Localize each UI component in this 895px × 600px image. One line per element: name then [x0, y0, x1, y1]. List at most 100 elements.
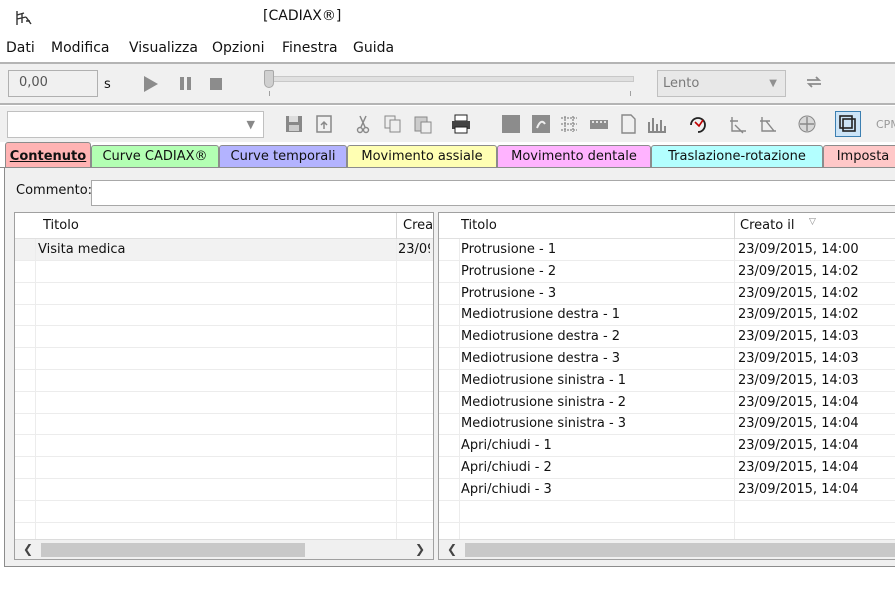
- copy-icon[interactable]: [382, 113, 404, 135]
- table-row[interactable]: Protrusione - 2 23/09/2015, 14:02: [439, 261, 895, 283]
- fill-icon[interactable]: [500, 113, 522, 135]
- axis-alt-icon[interactable]: [757, 113, 779, 135]
- cadiax-logo-icon: [16, 11, 32, 25]
- menu-finestra[interactable]: Finestra: [282, 40, 338, 56]
- tab-label: Curve temporali: [230, 149, 336, 164]
- table-row[interactable]: Mediotrusione destra - 2 23/09/2015, 14:0…: [439, 326, 895, 349]
- chevron-down-icon: ▼: [246, 118, 255, 131]
- film-icon[interactable]: [588, 113, 610, 135]
- table-row[interactable]: Protrusione - 1 23/09/2015, 14:00: [439, 239, 895, 261]
- menu-guida[interactable]: Guida: [353, 40, 394, 56]
- table-row[interactable]: Mediotrusione destra - 3 23/09/2015, 14:0…: [439, 348, 895, 370]
- scrollbar-thumb[interactable]: [41, 543, 305, 557]
- recordings-table-scrollbar[interactable]: ❮: [439, 539, 895, 559]
- row-title: Protrusione - 3: [461, 285, 557, 301]
- column-header-titolo[interactable]: Titolo: [43, 218, 79, 233]
- column-divider: [734, 239, 735, 541]
- table-row[interactable]: Apri/chiudi - 2 23/09/2015, 14:04: [439, 457, 895, 479]
- move-icon[interactable]: [796, 113, 818, 135]
- tab-movimento-assiale[interactable]: Movimento assiale: [347, 145, 497, 168]
- table-row[interactable]: [15, 326, 433, 349]
- column-header-creato[interactable]: Crea: [403, 218, 433, 233]
- tab-traslazione-rotazione[interactable]: Traslazione-rotazione: [651, 145, 823, 168]
- paste-icon[interactable]: [412, 113, 434, 135]
- row-created: 23/09/2015, 14:03: [738, 329, 859, 345]
- row-title: Mediotrusione sinistra - 1: [461, 372, 627, 388]
- row-title: Apri/chiudi - 2: [461, 460, 552, 475]
- scroll-left-icon[interactable]: ❮: [23, 542, 33, 556]
- scroll-right-icon[interactable]: ❯: [415, 542, 425, 556]
- pause-icon[interactable]: [180, 77, 192, 90]
- speed-select[interactable]: Lento ▼: [657, 70, 786, 97]
- visits-table: Titolo Crea Visita medica 23/09 ❮ ❯: [14, 212, 434, 560]
- refresh-chart-icon[interactable]: [687, 113, 709, 135]
- row-created: 23/09/2015, 14:00: [738, 242, 859, 257]
- table-row[interactable]: Apri/chiudi - 3 23/09/2015, 14:04: [439, 479, 895, 501]
- slider-tick: [269, 91, 270, 96]
- window-icon[interactable]: [835, 111, 861, 137]
- image-icon[interactable]: [530, 113, 552, 135]
- cut-icon[interactable]: [352, 113, 374, 135]
- visits-table-scrollbar[interactable]: ❮ ❯: [15, 539, 433, 559]
- export-icon[interactable]: [313, 113, 335, 135]
- page-icon[interactable]: [617, 113, 639, 135]
- row-title: Protrusione - 1: [461, 242, 557, 257]
- table-row[interactable]: Visita medica 23/09: [15, 239, 433, 261]
- comment-input[interactable]: [91, 180, 895, 206]
- toolbar-combo[interactable]: ▼: [7, 111, 264, 138]
- timeline-slider-thumb[interactable]: [264, 70, 274, 88]
- table-row[interactable]: Apri/chiudi - 1 23/09/2015, 14:04: [439, 435, 895, 458]
- tab-curve-temporali[interactable]: Curve temporali: [219, 145, 347, 168]
- grid-icon[interactable]: [558, 113, 580, 135]
- table-row[interactable]: [15, 501, 433, 523]
- table-row[interactable]: [439, 501, 895, 523]
- table-row[interactable]: Mediotrusione destra - 1 23/09/2015, 14:0…: [439, 304, 895, 327]
- menu-visualizza[interactable]: Visualizza: [129, 40, 198, 56]
- row-title: Mediotrusione destra - 1: [461, 307, 621, 323]
- stop-icon[interactable]: [210, 78, 222, 90]
- column-header-titolo[interactable]: Titolo: [461, 218, 497, 233]
- column-header-creato-il[interactable]: Creato il: [740, 218, 795, 233]
- play-icon[interactable]: [144, 76, 158, 92]
- table-row[interactable]: Protrusione - 3 23/09/2015, 14:02: [439, 283, 895, 305]
- table-row[interactable]: Mediotrusione sinistra - 2 23/09/2015, 14…: [439, 392, 895, 414]
- menu-modifica[interactable]: Modifica: [51, 40, 110, 56]
- table-row[interactable]: [15, 392, 433, 414]
- cpm-icon[interactable]: CPM: [876, 118, 895, 131]
- scrollbar-thumb[interactable]: [465, 543, 895, 557]
- table-row[interactable]: [15, 348, 433, 370]
- save-icon[interactable]: [283, 113, 305, 135]
- row-title: Apri/chiudi - 3: [461, 481, 552, 497]
- column-divider: [459, 239, 460, 541]
- tab-label: Imposta: [836, 149, 890, 164]
- table-row[interactable]: Mediotrusione sinistra - 3 23/09/2015, 14…: [439, 413, 895, 436]
- menu-opzioni[interactable]: Opzioni: [212, 40, 264, 56]
- tab-curve-cadiax[interactable]: Curve CADIAX®: [91, 145, 219, 168]
- table-row[interactable]: [15, 435, 433, 458]
- recordings-table: Titolo Creato il ▽ Protrusione - 1 23/09/…: [438, 212, 895, 560]
- histogram-icon[interactable]: [646, 113, 668, 135]
- tab-bar: Contenuto Curve CADIAX® Curve temporali …: [0, 142, 895, 168]
- print-icon[interactable]: [450, 113, 472, 135]
- menu-dati[interactable]: Dati: [6, 40, 35, 56]
- table-row[interactable]: [15, 413, 433, 436]
- loop-icon[interactable]: [804, 74, 824, 90]
- table-row[interactable]: [15, 261, 433, 283]
- row-title: Apri/chiudi - 1: [461, 438, 552, 454]
- scroll-left-icon[interactable]: ❮: [447, 542, 457, 556]
- recordings-table-header: Titolo Creato il ▽: [439, 213, 895, 239]
- row-created: 23/09/2015, 14:02: [738, 263, 859, 279]
- table-row[interactable]: Mediotrusione sinistra - 1 23/09/2015, 14…: [439, 370, 895, 392]
- tab-contenuto[interactable]: Contenuto: [5, 142, 91, 168]
- row-title: Mediotrusione sinistra - 3: [461, 416, 627, 432]
- table-row[interactable]: [15, 479, 433, 501]
- tab-imposta[interactable]: Imposta: [823, 145, 895, 168]
- tab-movimento-dentale[interactable]: Movimento dentale: [497, 145, 651, 168]
- time-input[interactable]: 0,00: [8, 70, 98, 97]
- table-row[interactable]: [15, 457, 433, 479]
- table-row[interactable]: [15, 304, 433, 327]
- table-row[interactable]: [15, 370, 433, 392]
- table-row[interactable]: [15, 283, 433, 305]
- axis-icon[interactable]: [727, 113, 749, 135]
- timeline-slider[interactable]: [268, 76, 634, 82]
